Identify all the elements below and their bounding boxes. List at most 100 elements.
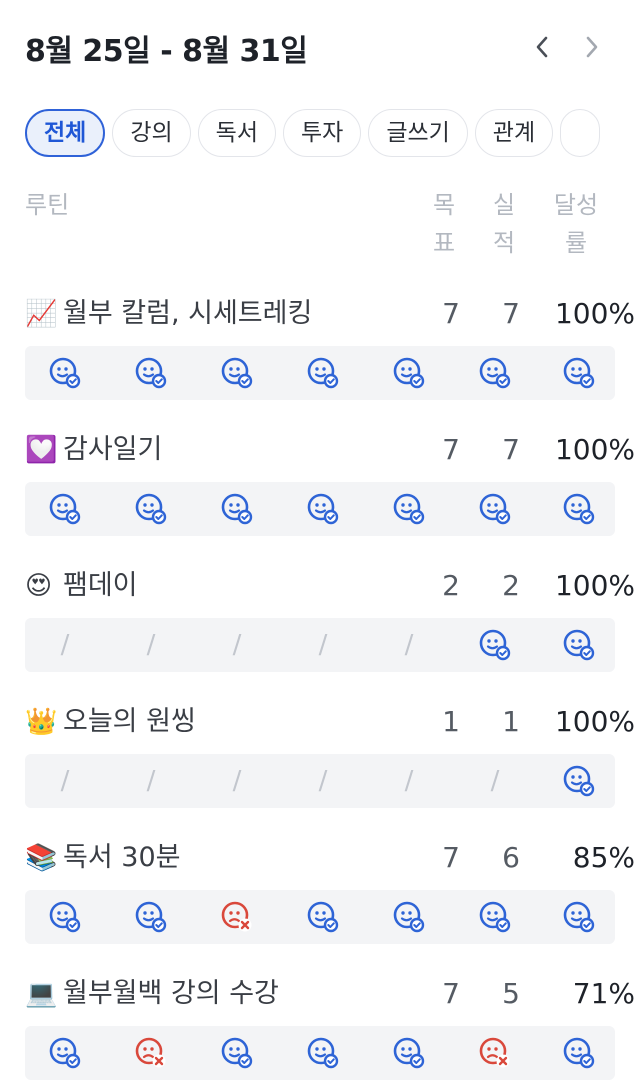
routine-label: 감사일기 <box>63 434 163 465</box>
smile-check-icon[interactable] <box>133 355 169 391</box>
sad-x-icon[interactable] <box>477 1035 513 1071</box>
routine-row[interactable]: 📚 독서 30분 7 6 85% <box>25 840 635 950</box>
routine-name: 😍 팸데이 <box>25 568 138 604</box>
routine-goal: 7 <box>442 433 460 466</box>
tab-5[interactable]: 글쓰기 <box>368 109 468 157</box>
tab-2[interactable]: 강의 <box>112 109 191 157</box>
smile-check-icon[interactable] <box>561 491 597 527</box>
routine-goal: 7 <box>442 977 460 1010</box>
empty-day-slash[interactable]: / <box>47 627 83 663</box>
chevron-right-icon[interactable] <box>575 30 609 64</box>
sad-x-icon[interactable] <box>219 899 255 935</box>
empty-day-slash[interactable]: / <box>391 763 427 799</box>
day-tracker <box>25 890 615 944</box>
routine-name: 💟 감사일기 <box>25 432 162 468</box>
routine-label: 독서 30분 <box>63 842 181 873</box>
smile-check-icon[interactable] <box>477 899 513 935</box>
empty-day-slash[interactable]: / <box>305 627 341 663</box>
routine-label: 월부 칼럼, 시세트레킹 <box>63 298 313 329</box>
routine-row[interactable]: 👑 오늘의 원씽 1 1 100% / / / / / / <box>25 704 635 814</box>
empty-day-slash[interactable]: / <box>133 763 169 799</box>
smile-check-icon[interactable] <box>561 763 597 799</box>
routine-emoji-icon: 💟 <box>25 435 58 465</box>
sad-x-icon[interactable] <box>133 1035 169 1071</box>
smile-check-icon[interactable] <box>477 491 513 527</box>
smile-check-icon[interactable] <box>477 627 513 663</box>
routine-goal: 2 <box>442 569 460 602</box>
smile-check-icon[interactable] <box>47 1035 83 1071</box>
day-tracker <box>25 482 615 536</box>
routine-rate: 100% <box>554 569 635 602</box>
column-rate: 달성 률 <box>553 191 599 257</box>
smile-check-icon[interactable] <box>47 899 83 935</box>
smile-check-icon[interactable] <box>561 355 597 391</box>
routine-actual: 2 <box>502 569 520 602</box>
tab-3[interactable]: 독서 <box>197 109 276 157</box>
day-tracker <box>25 1026 615 1080</box>
smile-check-icon[interactable] <box>133 899 169 935</box>
smile-check-icon[interactable] <box>47 355 83 391</box>
routine-goal: 7 <box>442 841 460 874</box>
column-goal: 목 표 <box>432 191 456 257</box>
category-tabs: 전체 강의 독서 투자 글쓰기 관계 <box>25 109 640 159</box>
routine-rate: 100% <box>554 297 635 330</box>
routine-row[interactable]: 😍 팸데이 2 2 100% / / / / / <box>25 568 635 678</box>
smile-check-icon[interactable] <box>219 491 255 527</box>
empty-day-slash[interactable]: / <box>219 627 255 663</box>
smile-check-icon[interactable] <box>561 1035 597 1071</box>
routine-label: 월부월백 강의 수강 <box>63 978 279 1009</box>
smile-check-icon[interactable] <box>391 1035 427 1071</box>
tab-4[interactable]: 투자 <box>282 109 362 157</box>
day-tracker: / / / / / <box>25 618 615 672</box>
smile-check-icon[interactable] <box>391 491 427 527</box>
tab-1[interactable]: 전체 <box>25 109 106 157</box>
routine-label: 오늘의 원씽 <box>63 706 196 737</box>
column-actual: 실 적 <box>492 191 516 257</box>
routine-name: 📈 월부 칼럼, 시세트레킹 <box>25 296 312 332</box>
smile-check-icon[interactable] <box>391 899 427 935</box>
empty-day-slash[interactable]: / <box>477 763 513 799</box>
routine-actual: 5 <box>502 977 520 1010</box>
routine-label: 팸데이 <box>63 570 138 601</box>
routine-row[interactable]: 💟 감사일기 7 7 100% <box>25 432 635 542</box>
routine-rate: 85% <box>572 841 635 874</box>
smile-check-icon[interactable] <box>305 1035 341 1071</box>
routine-actual: 7 <box>502 297 520 330</box>
empty-day-slash[interactable]: / <box>219 763 255 799</box>
routine-name: 👑 오늘의 원씽 <box>25 704 196 740</box>
routine-name: 📚 독서 30분 <box>25 840 180 876</box>
smile-check-icon[interactable] <box>305 355 341 391</box>
smile-check-icon[interactable] <box>47 491 83 527</box>
routine-goal: 1 <box>442 705 460 738</box>
week-header: 8월 25일 - 8월 31일 <box>25 22 615 72</box>
smile-check-icon[interactable] <box>305 491 341 527</box>
smile-check-icon[interactable] <box>133 491 169 527</box>
routine-rate: 100% <box>554 705 635 738</box>
chevron-left-icon[interactable] <box>525 30 559 64</box>
smile-check-icon[interactable] <box>391 355 427 391</box>
smile-check-icon[interactable] <box>561 627 597 663</box>
routine-emoji-icon: 📈 <box>25 299 58 329</box>
routine-row[interactable]: 📈 월부 칼럼, 시세트레킹 7 7 100% <box>25 296 635 406</box>
empty-day-slash[interactable]: / <box>47 763 83 799</box>
empty-day-slash[interactable]: / <box>391 627 427 663</box>
smile-check-icon[interactable] <box>305 899 341 935</box>
routine-actual: 7 <box>502 433 520 466</box>
day-tracker: / / / / / / <box>25 754 615 808</box>
smile-check-icon[interactable] <box>561 899 597 935</box>
routine-emoji-icon: 📚 <box>25 843 58 873</box>
smile-check-icon[interactable] <box>477 355 513 391</box>
empty-day-slash[interactable]: / <box>133 627 169 663</box>
routine-goal: 7 <box>442 297 460 330</box>
routine-emoji-icon: 💻 <box>25 979 58 1009</box>
smile-check-icon[interactable] <box>219 1035 255 1071</box>
tab-6[interactable]: 관계 <box>474 109 554 157</box>
empty-day-slash[interactable]: / <box>305 763 341 799</box>
smile-check-icon[interactable] <box>219 355 255 391</box>
week-range-title: 8월 25일 - 8월 31일 <box>25 34 308 69</box>
routine-rate: 100% <box>554 433 635 466</box>
routine-name: 💻 월부월백 강의 수강 <box>25 976 279 1012</box>
routine-row[interactable]: 💻 월부월백 강의 수강 7 5 71% <box>25 976 635 1086</box>
tab-7[interactable] <box>560 109 601 157</box>
routine-emoji-icon: 👑 <box>25 707 58 737</box>
